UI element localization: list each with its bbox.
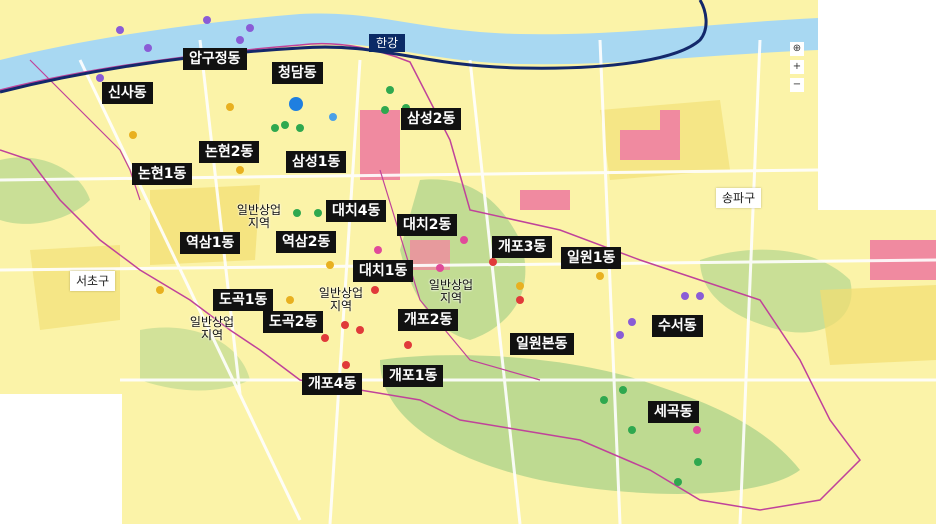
- red-marker[interactable]: [489, 258, 497, 266]
- green-marker[interactable]: [281, 121, 289, 129]
- dong-label-nonhyeon2: 논현2동: [199, 141, 260, 163]
- purple-marker[interactable]: [236, 36, 244, 44]
- purple-marker[interactable]: [696, 292, 704, 300]
- dong-label-sinsa: 신사동: [102, 82, 153, 104]
- commercial-area: [360, 110, 400, 180]
- dong-label-irwonbon: 일원본동: [510, 333, 574, 355]
- dong-label-daechi1: 대치1동: [353, 260, 414, 282]
- yellow-marker[interactable]: [286, 296, 294, 304]
- purple-marker[interactable]: [144, 44, 152, 52]
- purple-marker[interactable]: [96, 74, 104, 82]
- yellow-marker[interactable]: [226, 103, 234, 111]
- district-label-seocho: 서초구: [70, 271, 116, 291]
- green-marker[interactable]: [386, 86, 394, 94]
- dong-label-daechi4: 대치4동: [326, 200, 387, 222]
- green-marker[interactable]: [674, 478, 682, 486]
- zoom-in-icon[interactable]: +: [790, 60, 804, 74]
- dong-label-samseong2: 삼성2동: [401, 108, 462, 130]
- residential-area: [820, 285, 936, 365]
- yellow-marker[interactable]: [596, 272, 604, 280]
- zoom-out-icon[interactable]: −: [790, 78, 804, 92]
- dong-label-irwon1: 일원1동: [561, 247, 622, 269]
- zone-label: 일반상업 지역: [189, 315, 235, 342]
- red-marker[interactable]: [341, 321, 349, 329]
- yellow-marker[interactable]: [156, 286, 164, 294]
- pink-marker[interactable]: [436, 264, 444, 272]
- dong-label-dogok2: 도곡2동: [263, 311, 324, 333]
- yellow-marker[interactable]: [326, 261, 334, 269]
- purple-marker[interactable]: [203, 16, 211, 24]
- river-label: 한강: [369, 34, 406, 52]
- dong-label-cheongdam: 청담동: [272, 62, 323, 84]
- dong-label-yeoksam1: 역삼1동: [180, 232, 241, 254]
- pink-marker[interactable]: [693, 426, 701, 434]
- compass-icon[interactable]: ⊕: [790, 42, 804, 56]
- green-marker[interactable]: [314, 209, 322, 217]
- dong-label-gaepo2: 개포2동: [398, 309, 459, 331]
- red-marker[interactable]: [516, 296, 524, 304]
- dong-label-daechi2: 대치2동: [397, 214, 458, 236]
- zone-label: 일반상업 지역: [318, 286, 364, 313]
- dong-label-gaepo4: 개포4동: [302, 373, 363, 395]
- red-marker[interactable]: [371, 286, 379, 294]
- map-view[interactable]: ⊕ + − 한강 서초구 송파구 신사동 압구정동 청담동 삼성2동 논현2동 …: [0, 0, 936, 524]
- blue-marker[interactable]: [329, 113, 337, 121]
- green-marker[interactable]: [296, 124, 304, 132]
- zone-label: 일반상업 지역: [236, 203, 282, 230]
- dong-label-segok: 세곡동: [648, 401, 699, 423]
- yellow-marker[interactable]: [236, 166, 244, 174]
- dong-label-suseo: 수서동: [652, 315, 703, 337]
- green-marker[interactable]: [694, 458, 702, 466]
- green-marker[interactable]: [271, 124, 279, 132]
- red-marker[interactable]: [321, 334, 329, 342]
- commercial-area: [620, 130, 680, 160]
- commercial-area: [520, 190, 570, 210]
- location-pin-icon[interactable]: [289, 97, 303, 111]
- district-label-songpa: 송파구: [716, 188, 762, 208]
- commercial-area: [660, 110, 680, 134]
- zone-label: 일반상업 지역: [428, 278, 474, 305]
- dong-label-apgujeong: 압구정동: [183, 48, 247, 70]
- yellow-marker[interactable]: [516, 282, 524, 290]
- green-marker[interactable]: [628, 426, 636, 434]
- green-marker[interactable]: [600, 396, 608, 404]
- red-marker[interactable]: [404, 341, 412, 349]
- purple-marker[interactable]: [116, 26, 124, 34]
- purple-marker[interactable]: [681, 292, 689, 300]
- pink-marker[interactable]: [460, 236, 468, 244]
- purple-marker[interactable]: [628, 318, 636, 326]
- green-marker[interactable]: [381, 106, 389, 114]
- purple-marker[interactable]: [616, 331, 624, 339]
- red-marker[interactable]: [356, 326, 364, 334]
- yellow-marker[interactable]: [129, 131, 137, 139]
- green-marker[interactable]: [619, 386, 627, 394]
- dong-label-gaepo3: 개포3동: [492, 236, 553, 258]
- dong-label-gaepo1: 개포1동: [383, 365, 444, 387]
- green-marker[interactable]: [293, 209, 301, 217]
- pink-marker[interactable]: [374, 246, 382, 254]
- dong-label-dogok1: 도곡1동: [213, 289, 274, 311]
- dong-label-nonhyeon1: 논현1동: [132, 163, 193, 185]
- dong-label-yeoksam2: 역삼2동: [276, 231, 337, 253]
- dong-label-samseong1: 삼성1동: [286, 151, 347, 173]
- red-marker[interactable]: [342, 361, 350, 369]
- purple-marker[interactable]: [246, 24, 254, 32]
